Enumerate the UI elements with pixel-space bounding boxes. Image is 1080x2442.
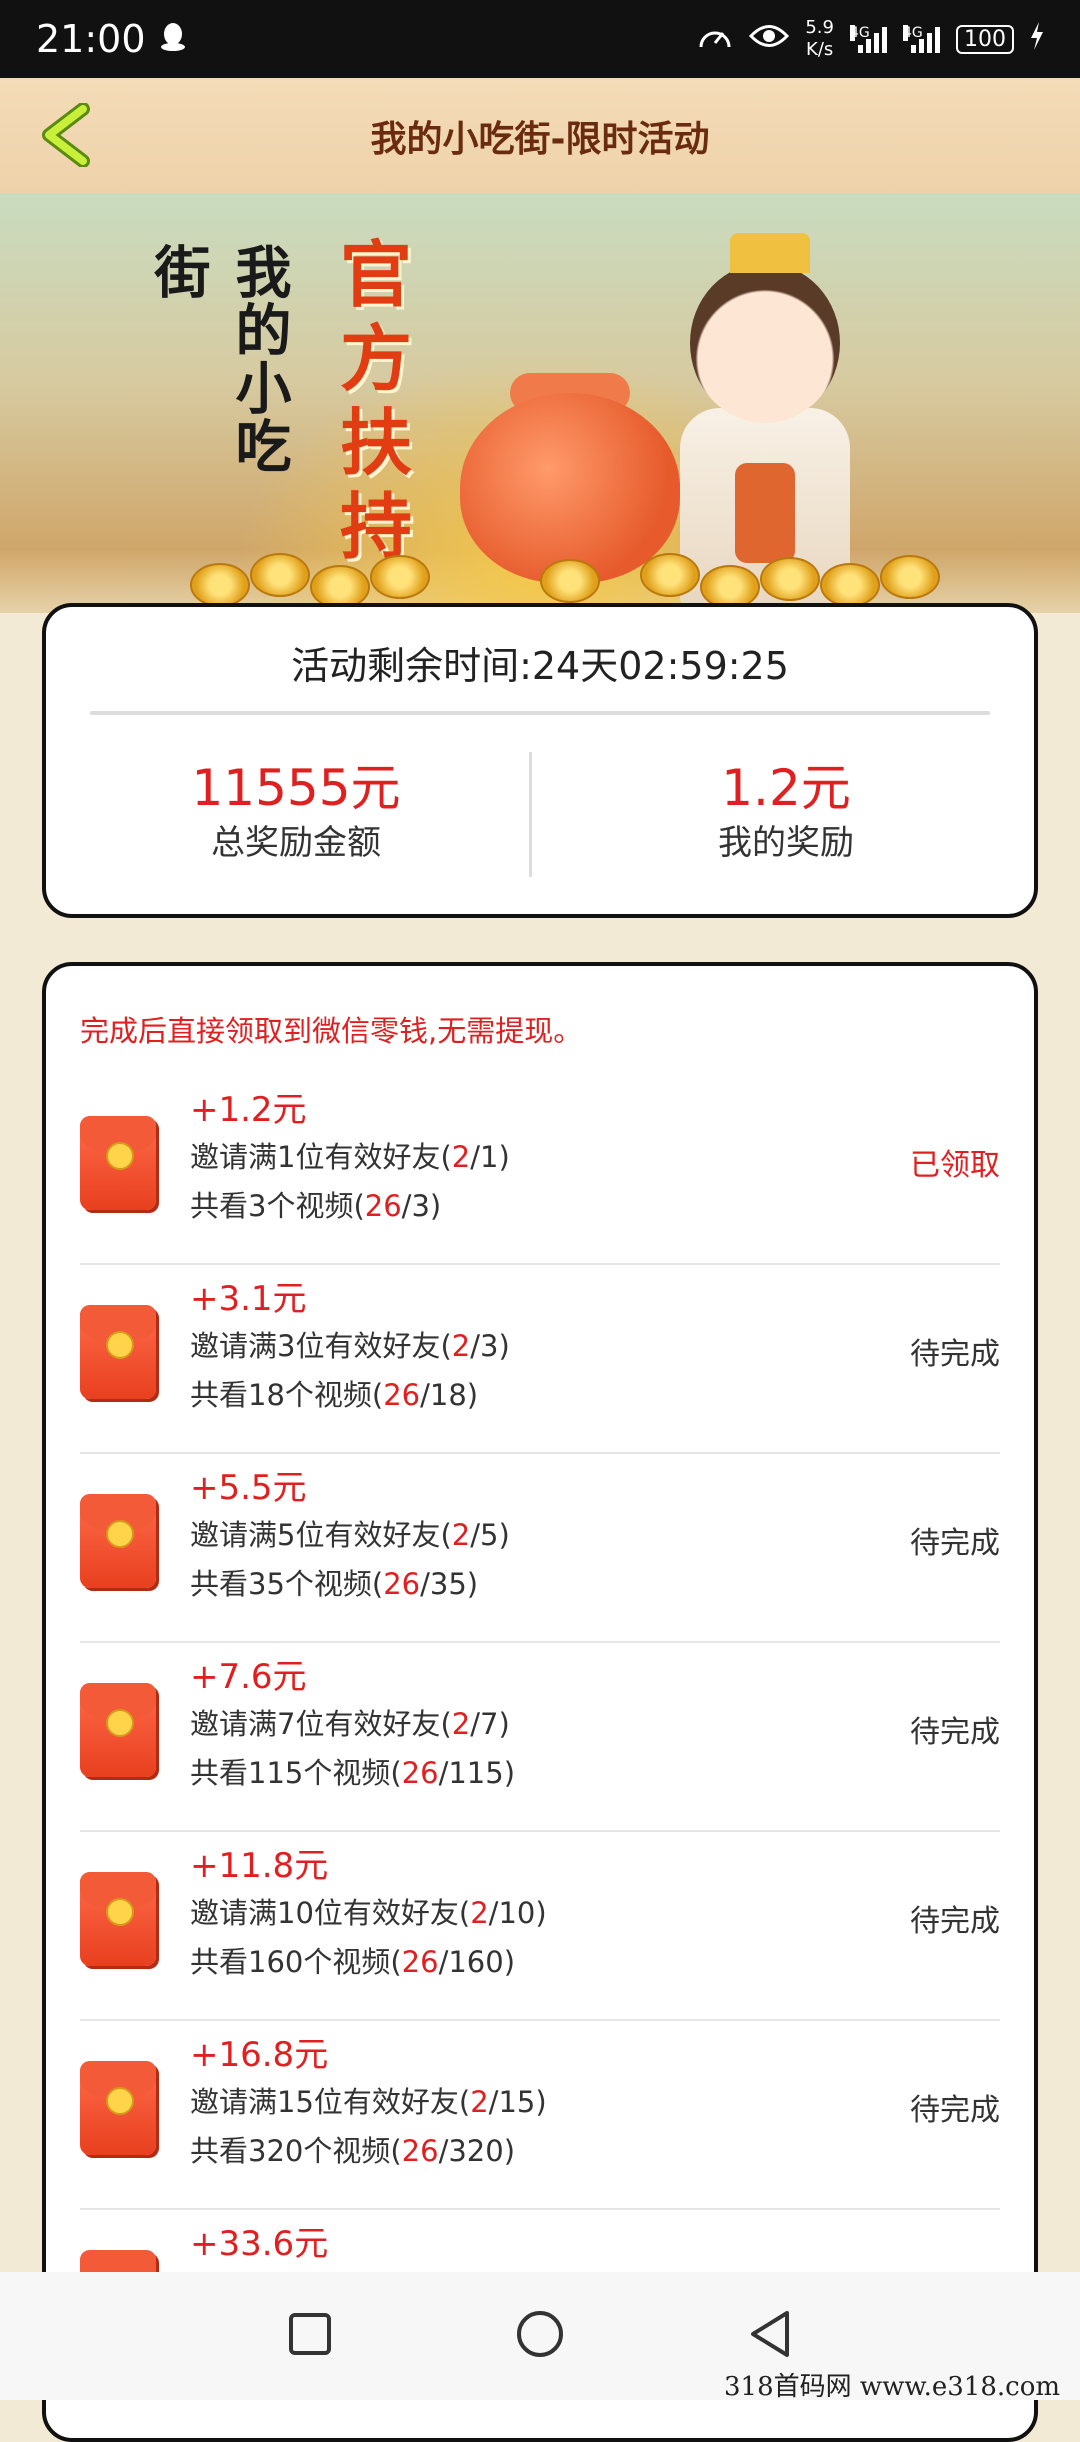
network-type-2: 4G bbox=[903, 25, 923, 41]
red-envelope-icon bbox=[80, 1305, 156, 1399]
battery-icon: 100 bbox=[956, 24, 1014, 54]
home-button[interactable] bbox=[510, 2306, 570, 2366]
task-video-requirement: 共看35个视频(26/35) bbox=[190, 1567, 479, 1601]
task-status[interactable]: 待完成 bbox=[910, 1518, 1000, 1562]
red-envelope-icon bbox=[80, 1872, 156, 1966]
task-row[interactable]: +11.8元 邀请满10位有效好友(2/10) 共看160个视频(26/160)… bbox=[80, 1832, 1000, 2021]
charging-icon bbox=[1030, 22, 1044, 56]
coin-icon bbox=[370, 555, 430, 599]
task-video-requirement: 共看18个视频(26/18) bbox=[190, 1378, 479, 1412]
circle-icon bbox=[515, 2309, 565, 2363]
task-reward: +3.1元 bbox=[190, 1279, 307, 1319]
signal-icon-1: 4G bbox=[850, 25, 887, 53]
red-envelope-icon bbox=[80, 1683, 156, 1777]
task-video-requirement: 共看160个视频(26/160) bbox=[190, 1945, 516, 1979]
task-status[interactable]: 待完成 bbox=[910, 1707, 1000, 1751]
task-status[interactable]: 待完成 bbox=[910, 1896, 1000, 1940]
coin-icon bbox=[250, 553, 310, 597]
task-row[interactable]: +16.8元 邀请满15位有效好友(2/15) 共看320个视频(26/320)… bbox=[80, 2021, 1000, 2210]
task-reward: +1.2元 bbox=[190, 1090, 307, 1130]
character-sash bbox=[735, 463, 795, 563]
back-nav-button[interactable] bbox=[740, 2306, 800, 2366]
task-invite-requirement: 邀请满7位有效好友(2/7) bbox=[190, 1707, 510, 1741]
countdown-timer: 活动剩余时间:24天02:59:25 bbox=[291, 644, 789, 688]
my-reward-stat: 1.2元 我的奖励 bbox=[546, 757, 1026, 867]
task-invite-requirement: 邀请满5位有效好友(2/5) bbox=[190, 1518, 510, 1552]
task-invite-requirement: 邀请满3位有效好友(2/3) bbox=[190, 1329, 510, 1363]
stat-divider bbox=[529, 752, 532, 877]
qq-notification-icon bbox=[160, 17, 186, 61]
my-reward-label: 我的奖励 bbox=[718, 823, 854, 863]
divider bbox=[90, 711, 990, 715]
speedometer-icon bbox=[697, 21, 733, 57]
network-type-1: 4G bbox=[850, 25, 870, 41]
character-head bbox=[690, 263, 840, 423]
task-row[interactable]: +3.1元 邀请满3位有效好友(2/3) 共看18个视频(26/18) 待完成 bbox=[80, 1265, 1000, 1454]
total-reward-value: 11555元 bbox=[191, 759, 401, 817]
coin-icon bbox=[760, 557, 820, 601]
red-envelope-icon bbox=[80, 1116, 156, 1210]
coin-icon bbox=[190, 563, 250, 607]
game-logo: 我的小吃街 bbox=[145, 243, 292, 475]
task-status[interactable]: 待完成 bbox=[910, 1329, 1000, 1373]
task-video-requirement: 共看3个视频(26/3) bbox=[190, 1189, 442, 1223]
status-time: 21:00 bbox=[36, 17, 146, 61]
promo-banner: 我的小吃街 官方扶持 bbox=[0, 193, 1080, 613]
red-envelope-icon bbox=[80, 2061, 156, 2155]
red-envelope-icon bbox=[80, 1494, 156, 1588]
task-row[interactable]: +5.5元 邀请满5位有效好友(2/5) 共看35个视频(26/35) 待完成 bbox=[80, 1454, 1000, 1643]
status-bar: 21:00 5.9 K/s 4G 4G 100 bbox=[0, 0, 1080, 78]
character-crown bbox=[730, 233, 810, 273]
page-title: 我的小吃街-限时活动 bbox=[370, 118, 710, 160]
eye-icon bbox=[749, 23, 790, 55]
total-reward-stat: 11555元 总奖励金额 bbox=[56, 757, 536, 867]
task-video-requirement: 共看115个视频(26/115) bbox=[190, 1756, 516, 1790]
task-invite-requirement: 邀请满15位有效好友(2/15) bbox=[190, 2085, 547, 2119]
task-row[interactable]: +7.6元 邀请满7位有效好友(2/7) 共看115个视频(26/115) 待完… bbox=[80, 1643, 1000, 1832]
coin-icon bbox=[880, 555, 940, 599]
net-speed: 5.9 K/s bbox=[805, 17, 834, 61]
withdraw-note: 完成后直接领取到微信零钱,无需提现。 bbox=[80, 1014, 583, 1048]
watermark: 318首码网 www.e318.com bbox=[724, 2372, 1060, 2402]
triangle-back-icon bbox=[747, 2309, 793, 2363]
back-button[interactable] bbox=[30, 102, 100, 172]
my-reward-value: 1.2元 bbox=[721, 759, 851, 817]
task-status[interactable]: 待完成 bbox=[910, 2085, 1000, 2129]
task-status[interactable]: 已领取 bbox=[910, 1140, 1000, 1184]
task-video-requirement: 共看320个视频(26/320) bbox=[190, 2134, 516, 2168]
activity-summary-card: 活动剩余时间:24天02:59:25 11555元 总奖励金额 1.2元 我的奖… bbox=[42, 603, 1038, 918]
task-reward: +33.6元 bbox=[190, 2224, 329, 2264]
task-reward: +11.8元 bbox=[190, 1846, 329, 1886]
coin-icon bbox=[640, 553, 700, 597]
header: 我的小吃街-限时活动 bbox=[0, 78, 1080, 193]
task-invite-requirement: 邀请满10位有效好友(2/10) bbox=[190, 1896, 547, 1930]
net-speed-value: 5.9 bbox=[805, 17, 834, 38]
coin-icon bbox=[540, 559, 600, 603]
net-speed-unit: K/s bbox=[806, 39, 834, 60]
total-reward-label: 总奖励金额 bbox=[211, 823, 381, 863]
task-invite-requirement: 邀请满1位有效好友(2/1) bbox=[190, 1140, 510, 1174]
square-icon bbox=[287, 2311, 333, 2361]
recents-button[interactable] bbox=[280, 2306, 340, 2366]
task-reward: +16.8元 bbox=[190, 2035, 329, 2075]
coin-icon bbox=[820, 563, 880, 607]
task-list: +1.2元 邀请满1位有效好友(2/1) 共看3个视频(26/3) 已领取 +3… bbox=[80, 1076, 1000, 2399]
back-arrow-icon bbox=[37, 102, 93, 171]
task-reward: +7.6元 bbox=[190, 1657, 307, 1697]
task-row[interactable]: +1.2元 邀请满1位有效好友(2/1) 共看3个视频(26/3) 已领取 bbox=[80, 1076, 1000, 1265]
official-support-text: 官方扶持 bbox=[340, 232, 413, 569]
signal-icon-2: 4G bbox=[903, 25, 940, 53]
task-reward: +5.5元 bbox=[190, 1468, 307, 1508]
reward-tasks-card: 完成后直接领取到微信零钱,无需提现。 +1.2元 邀请满1位有效好友(2/1) … bbox=[42, 962, 1038, 2442]
